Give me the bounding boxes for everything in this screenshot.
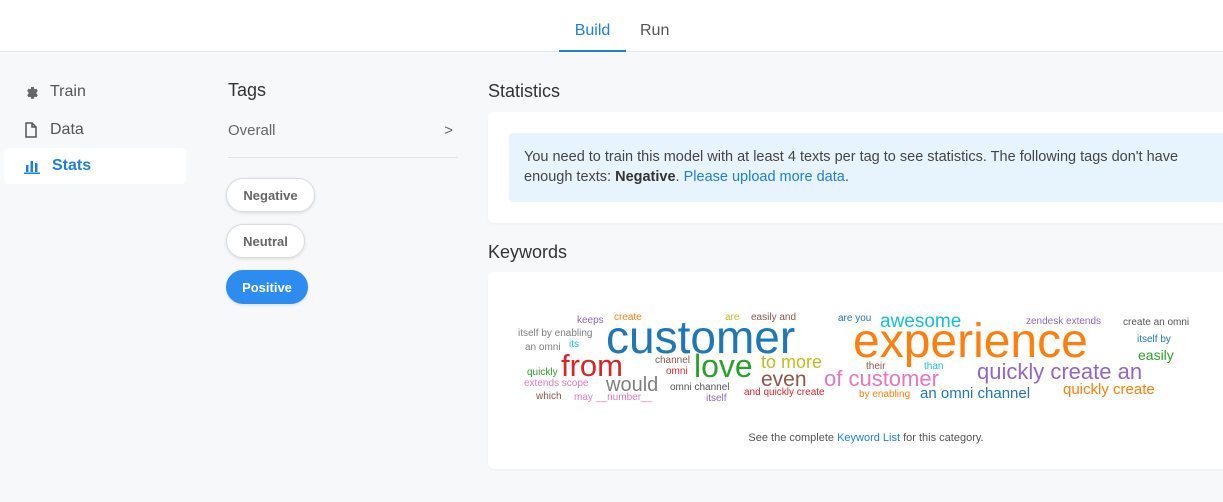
keyword[interactable]: by enabling bbox=[859, 390, 910, 400]
keyword[interactable]: __number__ bbox=[596, 393, 652, 403]
alert-dot: . bbox=[675, 169, 680, 185]
tab-build[interactable]: Build bbox=[559, 22, 626, 52]
keyword[interactable]: an omni bbox=[525, 343, 561, 353]
keyword[interactable]: channel bbox=[655, 356, 690, 366]
overall-row[interactable]: Overall > bbox=[228, 122, 458, 158]
keyword[interactable]: quickly create an bbox=[977, 361, 1142, 383]
tag-neutral[interactable]: Neutral bbox=[226, 224, 305, 258]
keyword[interactable]: may bbox=[574, 393, 593, 403]
caption-text: See the complete bbox=[748, 432, 838, 444]
keyword[interactable]: are you bbox=[838, 314, 871, 324]
keyword-caption: See the complete Keyword List for this c… bbox=[488, 432, 1223, 444]
keyword[interactable]: awesome bbox=[880, 312, 961, 331]
statistics-heading: Statistics bbox=[488, 81, 561, 101]
sidebar-item-label: Data bbox=[50, 121, 84, 138]
alert-tag: Negative bbox=[615, 169, 676, 185]
keyword[interactable]: easily and bbox=[751, 313, 796, 323]
tags-heading: Tags bbox=[228, 80, 267, 100]
sidebar-item-label: Stats bbox=[52, 157, 92, 174]
sidebar-item-data[interactable]: Data bbox=[4, 112, 186, 148]
tab-run[interactable]: Run bbox=[640, 22, 669, 52]
keyword[interactable]: create bbox=[614, 313, 642, 323]
keyword[interactable]: quickly create bbox=[1063, 382, 1155, 397]
sidebar-item-label: Train bbox=[50, 83, 86, 100]
keyword[interactable]: omni bbox=[666, 367, 688, 377]
keyword[interactable]: an omni channel bbox=[920, 386, 1030, 401]
statistics-card: You need to train this model with at lea… bbox=[488, 112, 1223, 223]
gear-icon bbox=[27, 87, 38, 99]
chevron-right-icon: > bbox=[444, 122, 453, 139]
sidebar-item-stats[interactable]: Stats bbox=[4, 148, 186, 184]
overall-label: Overall bbox=[228, 122, 276, 139]
keyword[interactable]: keeps bbox=[577, 316, 604, 326]
training-alert: You need to train this model with at lea… bbox=[509, 133, 1223, 202]
keyword[interactable]: itself bbox=[706, 394, 727, 404]
keyword-list-link[interactable]: Keyword List bbox=[837, 432, 900, 444]
bar-chart-icon bbox=[24, 160, 40, 174]
alert-end: . bbox=[844, 169, 849, 185]
keyword[interactable]: which bbox=[536, 392, 562, 402]
top-tab-bar: Build Run bbox=[0, 0, 1223, 52]
file-icon bbox=[25, 122, 37, 138]
caption-text-end: for this category. bbox=[900, 432, 984, 444]
keyword[interactable]: love bbox=[694, 350, 753, 382]
keyword[interactable]: extends scope bbox=[524, 379, 589, 389]
keyword[interactable]: create an omni bbox=[1123, 318, 1189, 328]
upload-data-link[interactable]: Please upload more data bbox=[684, 169, 845, 185]
keyword[interactable]: are bbox=[725, 313, 739, 323]
keyword[interactable]: easily bbox=[1138, 348, 1174, 362]
keyword[interactable]: and quickly create bbox=[744, 388, 825, 398]
tag-negative[interactable]: Negative bbox=[226, 178, 315, 212]
keyword[interactable]: quickly bbox=[527, 368, 558, 378]
keywords-heading: Keywords bbox=[488, 242, 568, 262]
keyword[interactable]: than bbox=[924, 362, 943, 372]
keyword[interactable]: their bbox=[866, 362, 885, 372]
keywords-card: customer experience from love awesome qu… bbox=[488, 272, 1223, 469]
keyword[interactable]: omni channel bbox=[670, 383, 729, 393]
keyword[interactable]: itself by enabling bbox=[518, 329, 593, 339]
tag-positive[interactable]: Positive bbox=[226, 270, 308, 304]
keyword[interactable]: to more bbox=[761, 353, 822, 371]
keyword-cloud: customer experience from love awesome qu… bbox=[488, 272, 1223, 422]
sidebar-item-train[interactable]: Train bbox=[4, 74, 186, 110]
keyword[interactable]: its bbox=[569, 340, 579, 350]
keyword[interactable]: zendesk extends bbox=[1026, 317, 1101, 327]
keyword[interactable]: itself by bbox=[1137, 335, 1171, 345]
